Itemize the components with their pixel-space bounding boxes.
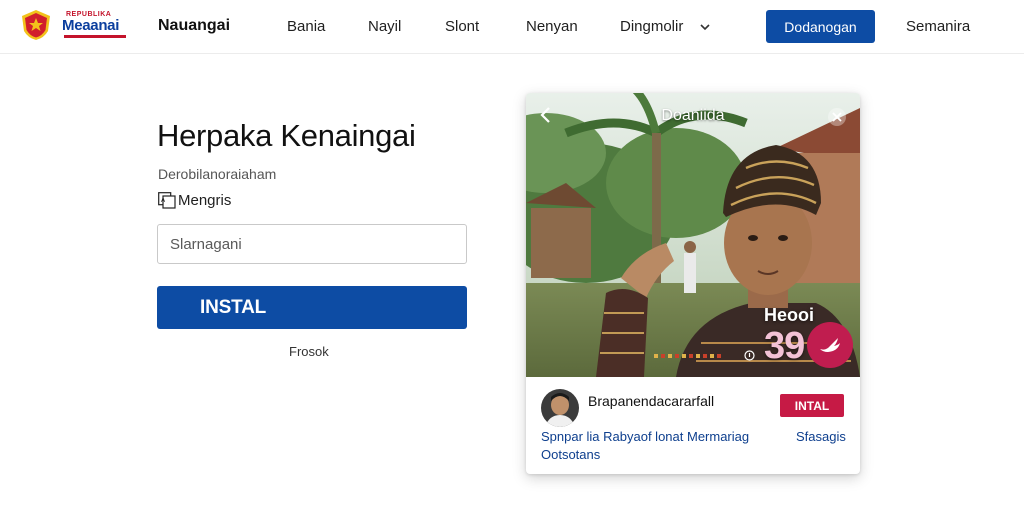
nav-link-1[interactable]: Bania <box>287 18 325 35</box>
brand-name[interactable]: Nauangai <box>158 17 230 35</box>
language-label: Mengris <box>178 191 232 209</box>
photo-title: Doaniida <box>661 107 725 124</box>
page-title: Herpaka Kenaingai <box>157 118 416 153</box>
garuda-shield-icon[interactable] <box>20 9 52 41</box>
preview-card: Doaniida Heooi 39 Brapanendacararfall IN… <box>526 93 860 474</box>
install-button[interactable]: INSTAL <box>157 286 467 329</box>
nav-link-2[interactable]: Nayil <box>368 18 401 35</box>
chevron-down-icon[interactable] <box>698 20 712 34</box>
photo-number: 39 <box>764 325 805 367</box>
card-photo: Doaniida Heooi 39 <box>526 93 860 377</box>
photo-badge-text: Heooi <box>764 305 815 325</box>
card-install-button[interactable]: INTAL <box>780 394 844 417</box>
top-header: REPUBLIKA Meaanai Nauangai Bania Nayil S… <box>0 0 1024 54</box>
card-link-secondary[interactable]: Ootsotans <box>541 447 600 462</box>
logo-wordmark[interactable]: REPUBLIKA Meaanai <box>60 11 132 41</box>
card-link-right[interactable]: Sfasagis <box>796 429 846 444</box>
nav-link-3[interactable]: Slont <box>445 18 479 35</box>
close-icon[interactable] <box>826 106 848 128</box>
secondary-link[interactable]: Frosok <box>289 344 329 359</box>
card-link-primary[interactable]: Spnpar lia Rabyaof lonat Mermariag <box>541 429 749 444</box>
avatar-image <box>541 389 579 427</box>
header-right-link[interactable]: Semanira <box>906 18 970 35</box>
header-cta-button[interactable]: Dodanogan <box>766 10 875 43</box>
nav-dropdown[interactable]: Dingmolir <box>620 18 683 35</box>
page-subtitle: Derobilanoraiaham <box>158 166 277 182</box>
pattern-dots <box>654 354 721 358</box>
language-toggle-icon: A <box>158 191 176 209</box>
bird-icon <box>820 338 840 352</box>
share-button[interactable] <box>807 322 853 368</box>
avatar[interactable] <box>541 389 579 427</box>
info-circle-icon <box>744 350 755 361</box>
language-selector[interactable]: A Mengris <box>158 191 231 209</box>
logo-stripe <box>64 35 126 38</box>
search-input[interactable] <box>157 224 467 264</box>
logo-big-text: Meaanai <box>62 17 120 34</box>
author-name: Brapanendacararfall <box>588 393 715 409</box>
nav-link-4[interactable]: Nenyan <box>526 18 578 35</box>
